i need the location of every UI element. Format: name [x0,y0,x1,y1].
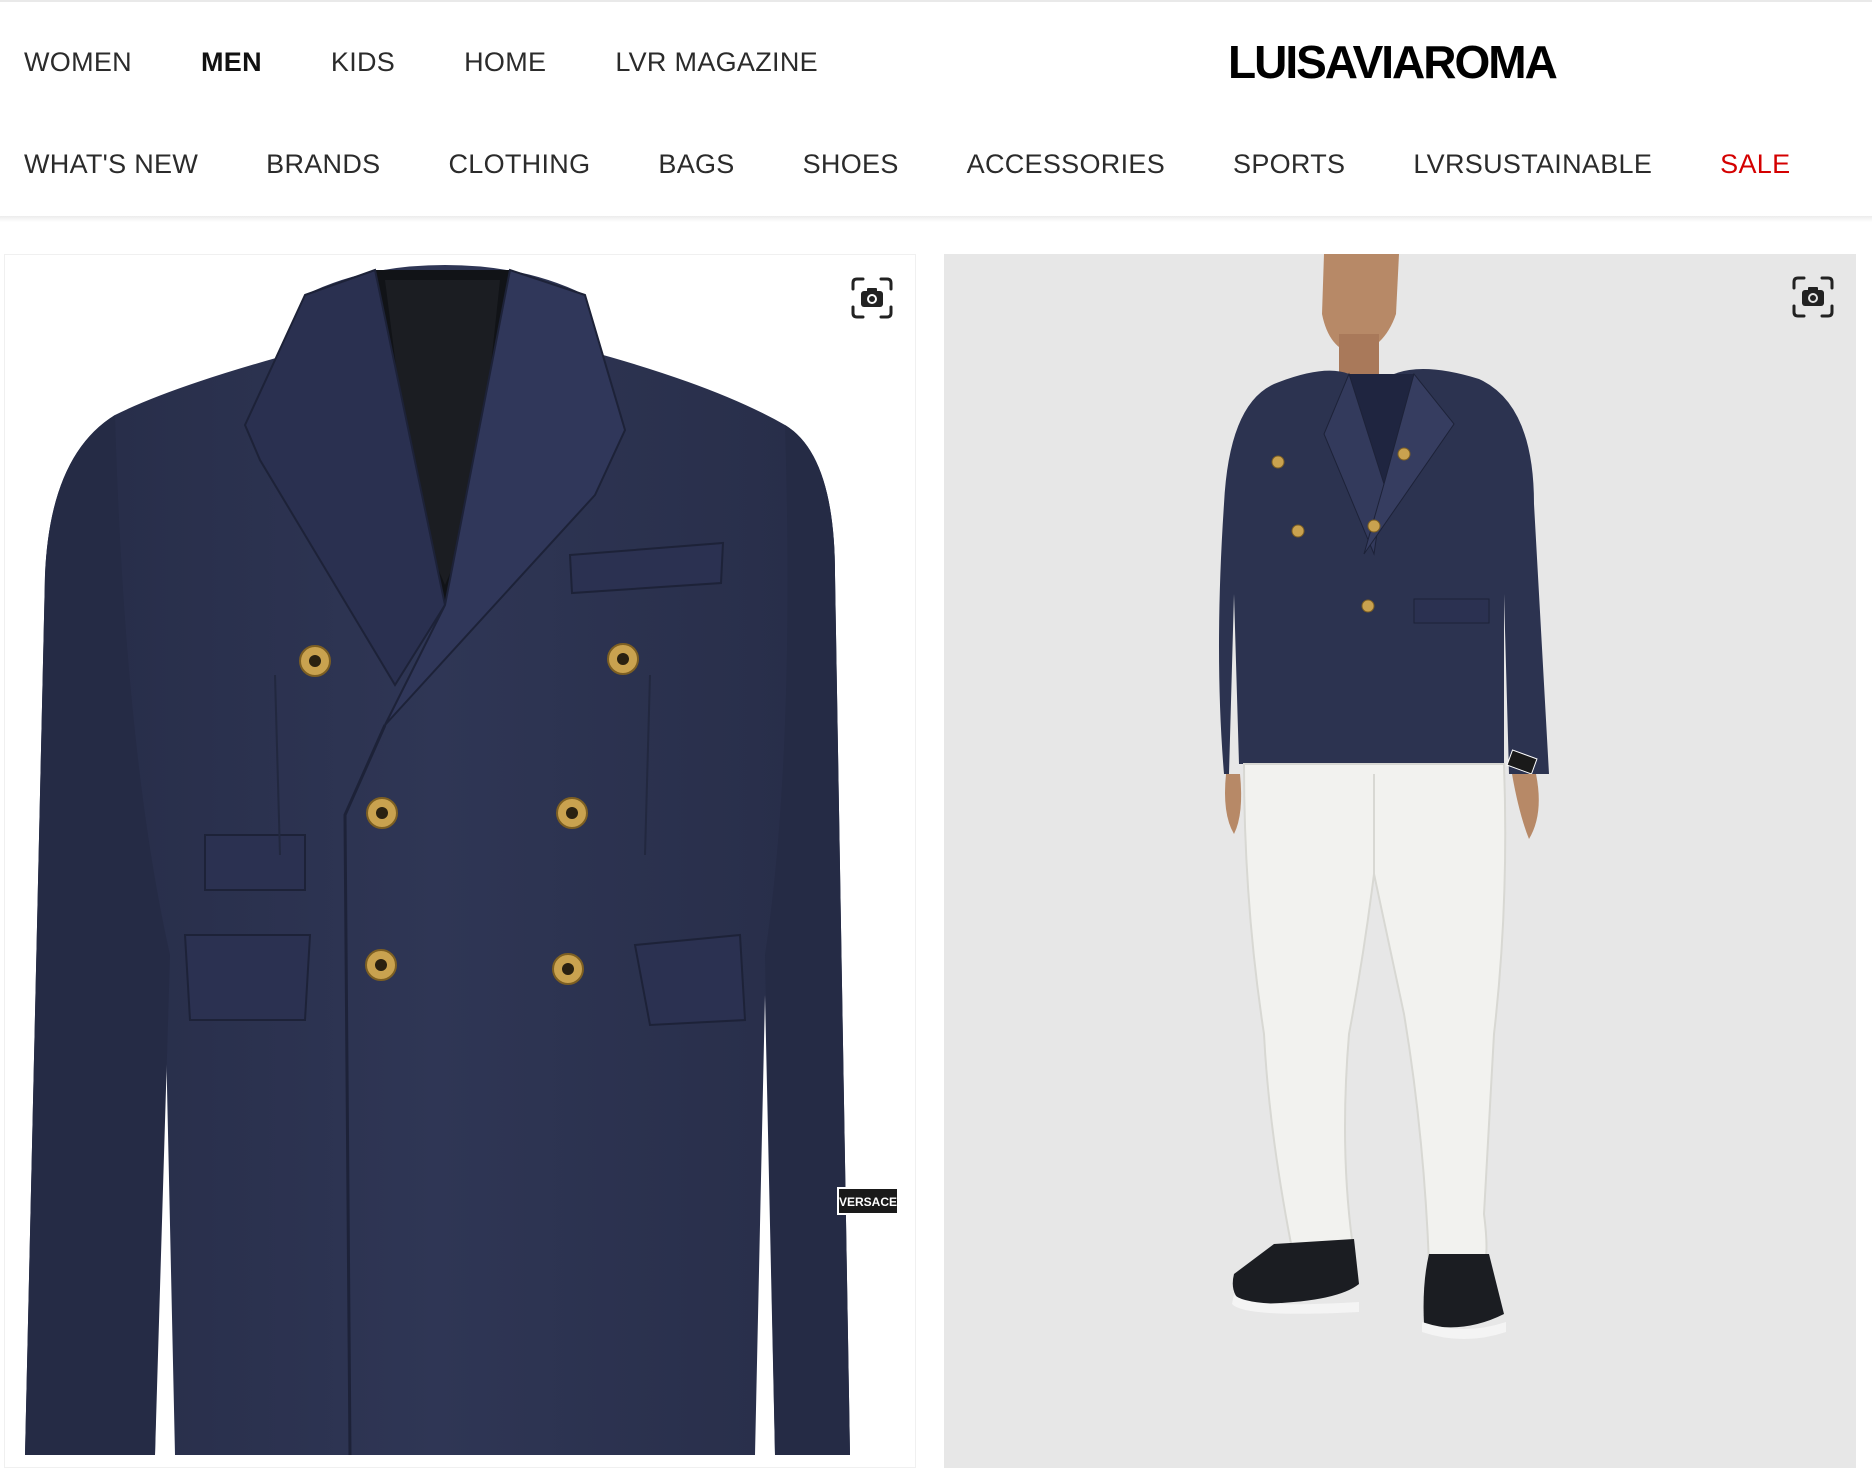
model-illustration [1219,254,1549,1339]
jacket-label-tag: VERSACE [839,1195,897,1209]
product-image-jacket[interactable]: VERSACE [4,254,916,1468]
category-whats-new[interactable]: WHAT'S NEW [24,146,198,182]
category-sports[interactable]: SPORTS [1233,146,1345,182]
category-shoes[interactable]: SHOES [803,146,899,182]
camera-zoom-icon[interactable] [1790,274,1836,320]
nav-divider [0,216,1872,222]
nav-men[interactable]: MEN [201,44,262,80]
category-clothing[interactable]: CLOTHING [448,146,590,182]
nav-lvr-magazine[interactable]: LVR MAGAZINE [615,44,818,80]
nav-kids[interactable]: KIDS [331,44,395,80]
category-nav: WHAT'S NEW BRANDS CLOTHING BAGS SHOES AC… [24,146,1790,182]
category-sale[interactable]: SALE [1720,146,1790,182]
product-image-model[interactable] [944,254,1856,1468]
category-bags[interactable]: BAGS [658,146,734,182]
category-lvrsustainable[interactable]: LVRSUSTAINABLE [1413,146,1652,182]
primary-nav: WOMEN MEN KIDS HOME LVR MAGAZINE [24,44,887,80]
nav-women[interactable]: WOMEN [24,44,132,80]
camera-zoom-icon[interactable] [849,275,895,321]
category-brands[interactable]: BRANDS [266,146,380,182]
nav-home[interactable]: HOME [464,44,546,80]
brand-logo[interactable]: LUISAVIAROMA [1228,34,1558,90]
category-accessories[interactable]: ACCESSORIES [967,146,1165,182]
top-border [0,0,1872,2]
jacket-illustration: VERSACE [25,265,899,1456]
